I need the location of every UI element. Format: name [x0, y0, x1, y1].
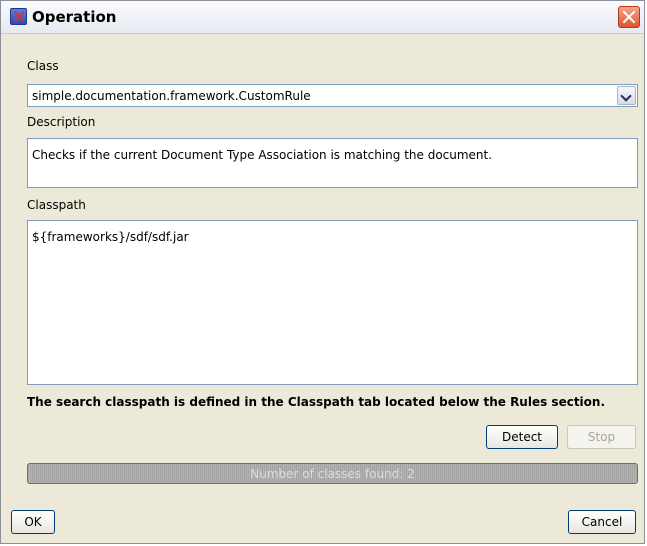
close-icon[interactable]	[618, 6, 640, 28]
stop-button[interactable]: Stop	[567, 425, 636, 449]
description-text-area[interactable]: Checks if the current Document Type Asso…	[27, 138, 638, 188]
class-combobox[interactable]: simple.documentation.framework.CustomRul…	[27, 84, 638, 107]
title-bar[interactable]: Operation	[1, 1, 644, 34]
dialog-title: Operation	[32, 8, 117, 26]
classpath-note: The search classpath is defined in the C…	[27, 395, 606, 409]
ok-button[interactable]: OK	[11, 510, 55, 534]
classes-progress-bar: Number of classes found: 2	[27, 463, 638, 484]
classes-found-text: Number of classes found: 2	[250, 467, 415, 481]
chevron-down-icon[interactable]	[617, 86, 636, 105]
description-label: Description	[27, 115, 96, 129]
detect-button[interactable]: Detect	[486, 425, 558, 449]
operation-dialog: Operation Class simple.documentation.fra…	[0, 0, 645, 544]
class-combobox-value: simple.documentation.framework.CustomRul…	[32, 89, 311, 103]
description-text: Checks if the current Document Type Asso…	[32, 148, 493, 162]
cancel-button[interactable]: Cancel	[568, 510, 636, 534]
classpath-label: Classpath	[27, 198, 86, 212]
class-label: Class	[27, 59, 59, 73]
classpath-text: ${frameworks}/sdf/sdf.jar	[32, 230, 189, 244]
classpath-text-area[interactable]: ${frameworks}/sdf/sdf.jar	[27, 220, 638, 385]
oxygen-x-icon	[10, 8, 27, 25]
